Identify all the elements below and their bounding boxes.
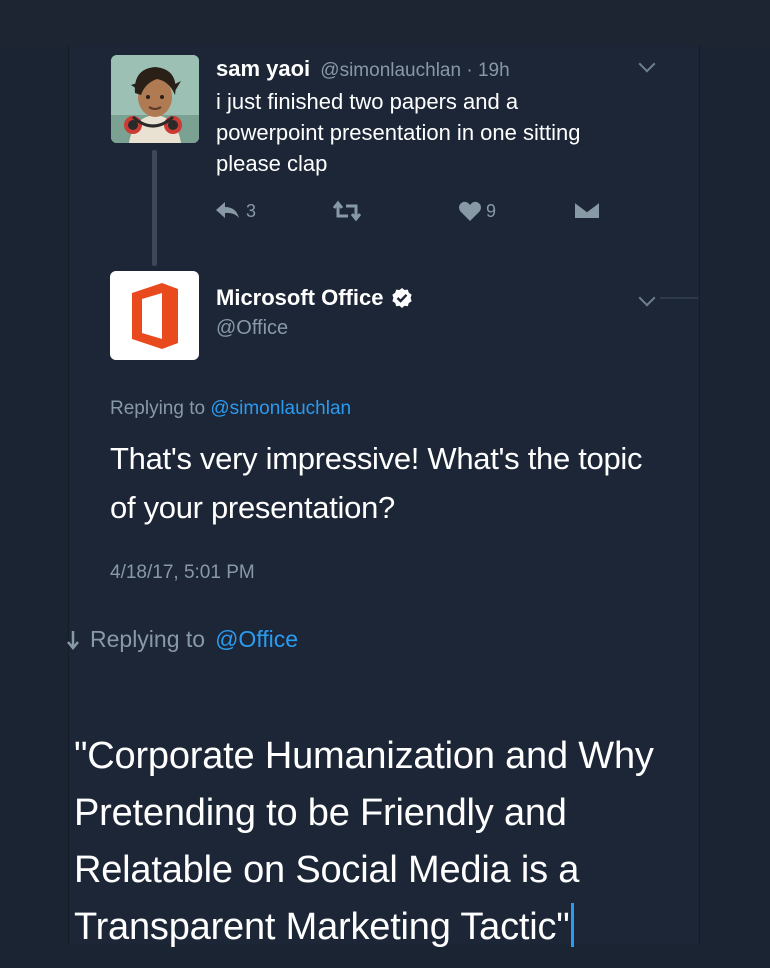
replying-to-link[interactable]: @Office bbox=[215, 626, 298, 653]
replying-to-link[interactable]: @simonlauchlan bbox=[210, 398, 351, 419]
text-cursor bbox=[570, 903, 574, 947]
heart-icon bbox=[459, 201, 481, 221]
author-name-row: Microsoft Office bbox=[216, 285, 413, 311]
author-name[interactable]: sam yaoi bbox=[216, 56, 310, 81]
top-bar bbox=[0, 0, 770, 46]
replying-to: Replying to @simonlauchlan bbox=[110, 398, 351, 420]
replying-to-label: Replying to bbox=[110, 398, 206, 419]
tweet-header: sam yaoi @simonlauchlan · 19h bbox=[216, 56, 510, 82]
author-name[interactable]: Microsoft Office bbox=[216, 285, 383, 311]
author-handle-text[interactable]: @simonlauchlan bbox=[320, 60, 461, 81]
tweet-text: i just finished two papers and a powerpo… bbox=[216, 89, 581, 176]
retweet-icon bbox=[332, 200, 362, 222]
tweet-timestamp[interactable]: 4/18/17, 5:01 PM bbox=[110, 562, 255, 584]
separator: · bbox=[466, 60, 473, 81]
replying-to-label: Replying to bbox=[90, 626, 206, 652]
retweet-button[interactable] bbox=[332, 200, 362, 222]
composer-replying-to: Replying to @Office bbox=[66, 626, 298, 653]
reply-button[interactable]: 3 bbox=[214, 200, 256, 222]
reply-count: 3 bbox=[246, 200, 257, 221]
tweet-text: That's very impressive! What's the topic… bbox=[110, 441, 643, 525]
verified-badge-icon bbox=[392, 288, 413, 308]
divider bbox=[660, 297, 698, 299]
like-button[interactable]: 9 bbox=[458, 200, 496, 222]
office-logo-icon bbox=[132, 283, 178, 349]
office-avatar[interactable] bbox=[110, 271, 199, 360]
thread-connector bbox=[152, 150, 157, 266]
envelope-icon bbox=[574, 201, 600, 218]
reply-icon bbox=[216, 202, 239, 218]
like-count: 9 bbox=[486, 200, 497, 221]
author-handle[interactable]: @Office bbox=[216, 317, 288, 340]
arrow-down-icon bbox=[67, 630, 79, 650]
reply-compose-field[interactable]: "Corporate Humanization and Why Pretendi… bbox=[74, 728, 694, 956]
user-avatar-illustration bbox=[111, 55, 199, 143]
tweet-time[interactable]: 19h bbox=[478, 60, 510, 81]
avatar[interactable] bbox=[111, 55, 199, 143]
tweet-actions: 3 9 bbox=[214, 200, 614, 230]
author-handle: @simonlauchlan · 19h bbox=[320, 60, 509, 81]
reply-compose-text: "Corporate Humanization and Why Pretendi… bbox=[74, 735, 654, 948]
direct-message-button[interactable] bbox=[574, 200, 600, 220]
